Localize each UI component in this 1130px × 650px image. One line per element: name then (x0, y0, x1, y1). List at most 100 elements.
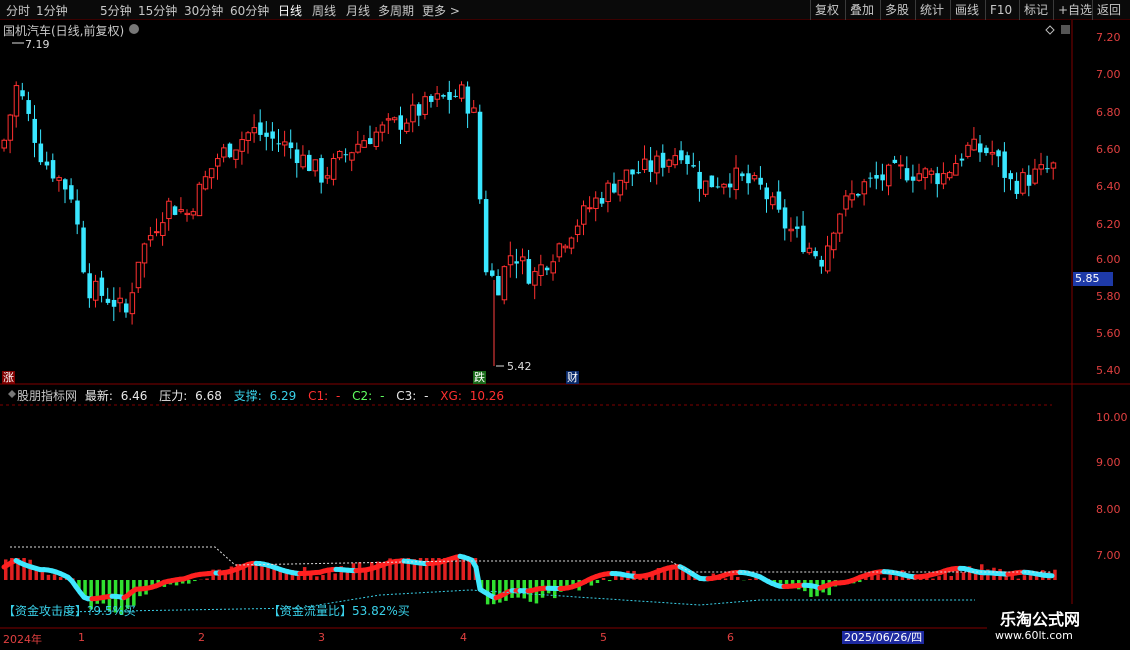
candle-body (831, 232, 837, 251)
price-tick: 5.40 (1096, 364, 1121, 377)
pressure-label: 压力: 6.68 (159, 389, 226, 403)
candle-body (324, 175, 331, 179)
candle-body (471, 107, 477, 113)
indicator-bar (187, 580, 191, 584)
candle-body (776, 191, 782, 210)
date-label: 5 (600, 631, 607, 644)
indicator-bar (595, 580, 600, 584)
fund-attack-note: 【资金攻击度】?9.5%买 (3, 604, 136, 618)
candle-body (544, 267, 550, 271)
candle-body (770, 196, 776, 206)
candle-body (270, 131, 275, 139)
candle-body (971, 138, 977, 151)
candle-body (605, 182, 611, 203)
c2-key: C2: (352, 389, 373, 403)
candle-body (630, 169, 635, 175)
candle-body (746, 173, 751, 184)
c3-label: C3: - (396, 389, 432, 403)
candle-body (398, 115, 403, 130)
candle-body (361, 140, 367, 148)
candle-body (368, 138, 373, 145)
candle-body (574, 225, 581, 236)
limit-up-flag[interactable]: 涨 (2, 371, 15, 384)
latest-key: 最新: (84, 389, 113, 403)
candle-body (184, 212, 190, 216)
price-chart[interactable] (0, 0, 1130, 650)
support-value: 6.29 (269, 389, 297, 403)
candle-body (337, 150, 343, 159)
candle-body (81, 227, 86, 273)
chart-title-text: 国机汽车(日线,前复权) (3, 24, 125, 38)
indicator-bar (937, 576, 941, 580)
candle-body (26, 100, 31, 114)
candle-body (32, 118, 37, 143)
candle-body (666, 159, 672, 167)
candle-body (654, 155, 660, 174)
candle-body (343, 154, 349, 156)
candle-body (892, 159, 898, 163)
candle-body (56, 177, 62, 181)
indicator-bar (778, 580, 783, 584)
candle-body (843, 195, 849, 210)
candle-body (294, 149, 300, 164)
candle-body (251, 127, 258, 134)
candle-body (307, 154, 312, 171)
collapse-icon[interactable] (1061, 25, 1070, 34)
candle-body (1008, 173, 1013, 180)
candle-body (935, 173, 940, 185)
pressure-line (10, 546, 1052, 573)
candle-body (721, 183, 727, 188)
c3-key: C3: (396, 389, 417, 403)
candle-body (764, 187, 769, 200)
candle-body (141, 243, 148, 264)
candle-body (391, 117, 398, 121)
price-tick: 6.80 (1096, 106, 1121, 119)
candle-body (264, 132, 269, 137)
indicator-bar (248, 565, 252, 580)
candle-body (496, 276, 501, 296)
candle-body (636, 172, 641, 174)
candle-body (1020, 172, 1026, 194)
candle-body (916, 173, 922, 181)
candle-body (940, 173, 947, 185)
candle-body (819, 259, 824, 267)
indicator-bar (1022, 575, 1027, 580)
candle-body (709, 175, 715, 188)
candle-body (221, 147, 227, 158)
candle-body (996, 150, 1001, 157)
candle-body (928, 170, 935, 175)
indicator-tick: 8.00 (1096, 503, 1121, 516)
indicator-bar (601, 578, 606, 580)
candle-body (727, 183, 733, 188)
limit-down-flag[interactable]: 跌 (473, 371, 486, 384)
price-tick: 6.40 (1096, 180, 1121, 193)
indicator-bar (193, 580, 197, 582)
candle-body (99, 277, 105, 296)
candle-body (355, 143, 361, 153)
c2-value: - (380, 389, 385, 403)
diamond-icon[interactable] (1045, 25, 1055, 35)
candle-body (581, 205, 587, 225)
candle-body (751, 175, 758, 180)
candle-body (196, 183, 203, 217)
c1-key: C1: (308, 389, 329, 403)
chevron-down-icon[interactable] (129, 24, 139, 34)
candle-body (465, 86, 471, 114)
candle-body (568, 237, 575, 249)
finance-flag[interactable]: 财 (566, 371, 579, 384)
candle-body (215, 158, 221, 167)
indicator-bar (607, 580, 612, 582)
latest-value: 6.46 (120, 389, 148, 403)
candle-body (648, 160, 654, 172)
candle-body (239, 139, 245, 152)
candle-body (87, 273, 92, 299)
candle-body (691, 165, 696, 167)
candle-body (105, 298, 111, 303)
indicator-bar (28, 559, 32, 580)
candle-body (349, 152, 355, 161)
indicator-bar (675, 569, 679, 580)
candle-body (50, 160, 56, 179)
candle-body (672, 155, 678, 166)
candle-body (959, 158, 965, 161)
pressure-value: 6.68 (195, 389, 222, 403)
